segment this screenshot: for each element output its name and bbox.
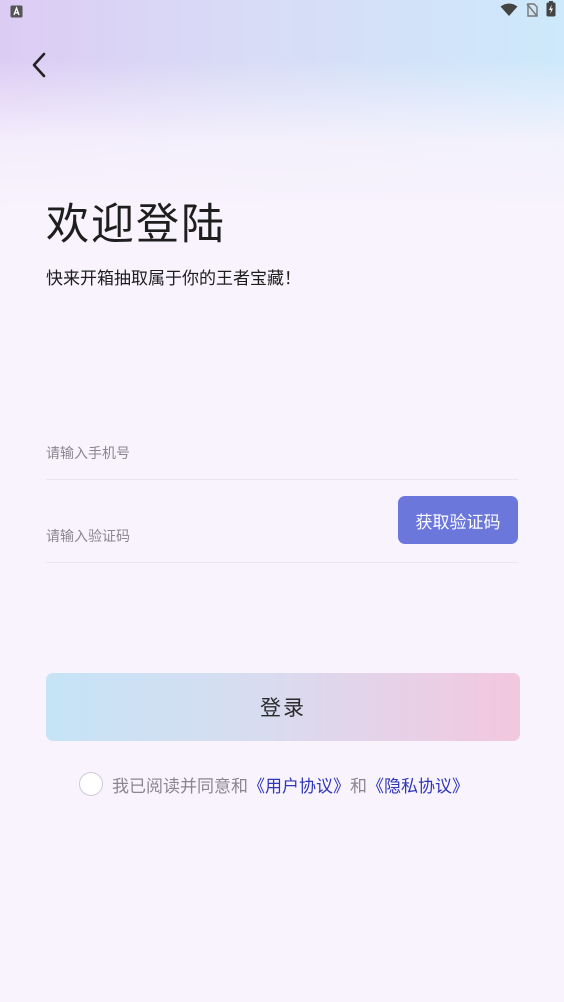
- verification-code-input[interactable]: [46, 522, 386, 552]
- agreement-checkbox[interactable]: [79, 772, 103, 796]
- page-subtitle: 快来开箱抽取属于你的王者宝藏！: [46, 269, 301, 289]
- status-bar: [0, 0, 564, 24]
- login-button[interactable]: 登录: [46, 673, 520, 741]
- status-icons: [500, 1, 556, 21]
- back-button[interactable]: [22, 50, 56, 84]
- get-code-button[interactable]: 获取验证码: [398, 496, 518, 544]
- phone-input[interactable]: [46, 439, 386, 469]
- privacy-agreement-link[interactable]: 《隐私协议》: [367, 772, 469, 797]
- battery-charging-icon: [546, 1, 556, 21]
- verification-code-field: 获取验证码: [46, 496, 518, 563]
- user-agreement-link[interactable]: 《用户协议》: [248, 772, 350, 797]
- agreement-prefix-text: 我已阅读并同意和: [112, 776, 248, 797]
- a-badge-icon: [10, 4, 24, 18]
- chevron-left-icon: [30, 51, 48, 83]
- page-title: 欢迎登陆: [46, 200, 226, 250]
- no-sim-icon: [526, 2, 538, 21]
- wifi-icon: [500, 2, 518, 21]
- phone-field: [46, 423, 518, 480]
- agreement-row: 我已阅读并同意和 《用户协议》 和 《隐私协议》: [79, 771, 469, 797]
- agreement-connector-text: 和: [350, 776, 367, 797]
